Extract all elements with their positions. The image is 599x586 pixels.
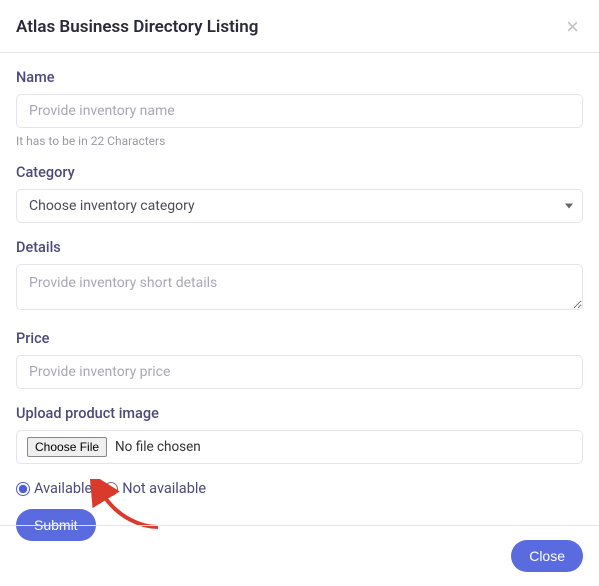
form-group-details: Details bbox=[16, 239, 583, 314]
name-label: Name bbox=[16, 69, 583, 86]
upload-label: Upload product image bbox=[16, 405, 583, 422]
category-select[interactable]: Choose inventory category bbox=[16, 189, 583, 223]
modal-body: Name It has to be in 22 Characters Categ… bbox=[0, 53, 599, 557]
choose-file-button[interactable]: Choose File bbox=[27, 437, 107, 457]
close-button[interactable]: Close bbox=[511, 540, 583, 572]
not-available-radio[interactable] bbox=[104, 482, 118, 496]
details-textarea[interactable] bbox=[16, 264, 583, 310]
name-help-text: It has to be in 22 Characters bbox=[16, 134, 583, 148]
name-input[interactable] bbox=[16, 94, 583, 128]
price-input[interactable] bbox=[16, 355, 583, 389]
available-label[interactable]: Available bbox=[34, 480, 92, 497]
availability-radio-group: Available Not available bbox=[16, 480, 583, 497]
file-status-text: No file chosen bbox=[115, 439, 201, 455]
modal-footer: Close bbox=[0, 525, 599, 586]
file-input-wrap[interactable]: Choose File No file chosen bbox=[16, 430, 583, 464]
close-icon[interactable]: × bbox=[562, 16, 583, 38]
category-label: Category bbox=[16, 164, 583, 181]
price-label: Price bbox=[16, 330, 583, 347]
form-group-category: Category Choose inventory category bbox=[16, 164, 583, 223]
modal-header: Atlas Business Directory Listing × bbox=[0, 0, 599, 53]
modal-title: Atlas Business Directory Listing bbox=[16, 17, 258, 37]
details-label: Details bbox=[16, 239, 583, 256]
form-group-upload: Upload product image Choose File No file… bbox=[16, 405, 583, 464]
form-group-price: Price bbox=[16, 330, 583, 389]
available-radio[interactable] bbox=[16, 482, 30, 496]
form-group-name: Name It has to be in 22 Characters bbox=[16, 69, 583, 148]
category-select-wrap: Choose inventory category bbox=[16, 189, 583, 223]
not-available-label[interactable]: Not available bbox=[122, 480, 206, 497]
